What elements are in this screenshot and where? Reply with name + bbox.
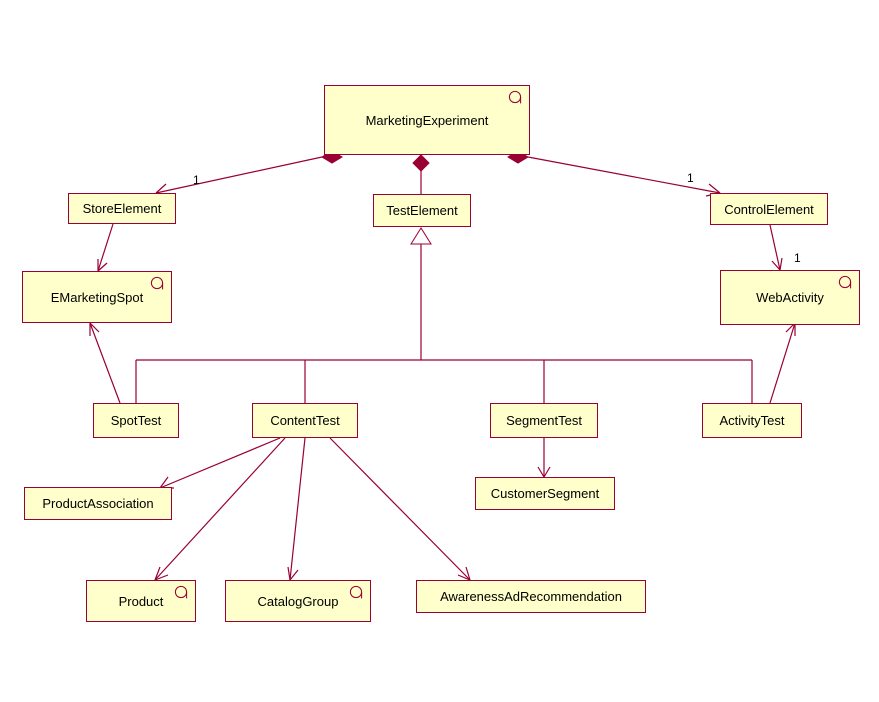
class-label: TestElement bbox=[386, 203, 458, 218]
class-label: Product bbox=[119, 594, 164, 609]
class-label: StoreElement bbox=[83, 201, 162, 216]
class-label: ProductAssociation bbox=[42, 496, 153, 511]
class-label: ActivityTest bbox=[719, 413, 784, 428]
active-class-icon bbox=[149, 275, 165, 291]
multiplicity-control-element: 1 bbox=[687, 171, 694, 185]
class-label: ContentTest bbox=[270, 413, 339, 428]
active-class-icon bbox=[173, 584, 189, 600]
class-content-test[interactable]: ContentTest bbox=[252, 403, 358, 438]
class-label: EMarketingSpot bbox=[51, 290, 144, 305]
class-spot-test[interactable]: SpotTest bbox=[93, 403, 179, 438]
class-label: MarketingExperiment bbox=[366, 113, 489, 128]
class-web-activity[interactable]: WebActivity bbox=[720, 270, 860, 325]
class-label: CustomerSegment bbox=[491, 486, 599, 501]
class-label: CatalogGroup bbox=[258, 594, 339, 609]
class-segment-test[interactable]: SegmentTest bbox=[490, 403, 598, 438]
class-emarketing-spot[interactable]: EMarketingSpot bbox=[22, 271, 172, 323]
active-class-icon bbox=[507, 89, 523, 105]
class-control-element[interactable]: ControlElement bbox=[710, 193, 828, 225]
multiplicity-store-element: 1 bbox=[193, 173, 200, 187]
class-product-association[interactable]: ProductAssociation bbox=[24, 487, 172, 520]
class-awareness-ad-recommendation[interactable]: AwarenessAdRecommendation bbox=[416, 580, 646, 613]
active-class-icon bbox=[348, 584, 364, 600]
class-label: SpotTest bbox=[111, 413, 162, 428]
multiplicity-web-activity: 1 bbox=[794, 251, 801, 265]
class-store-element[interactable]: StoreElement bbox=[68, 193, 176, 224]
class-label: ControlElement bbox=[724, 202, 814, 217]
class-marketing-experiment[interactable]: MarketingExperiment bbox=[324, 85, 530, 155]
uml-canvas: MarketingExperiment StoreElement TestEle… bbox=[0, 0, 879, 702]
class-label: SegmentTest bbox=[506, 413, 582, 428]
active-class-icon bbox=[837, 274, 853, 290]
class-customer-segment[interactable]: CustomerSegment bbox=[475, 477, 615, 510]
class-catalog-group[interactable]: CatalogGroup bbox=[225, 580, 371, 622]
class-test-element[interactable]: TestElement bbox=[373, 194, 471, 227]
class-product[interactable]: Product bbox=[86, 580, 196, 622]
class-label: AwarenessAdRecommendation bbox=[440, 589, 622, 604]
class-activity-test[interactable]: ActivityTest bbox=[702, 403, 802, 438]
class-label: WebActivity bbox=[756, 290, 824, 305]
